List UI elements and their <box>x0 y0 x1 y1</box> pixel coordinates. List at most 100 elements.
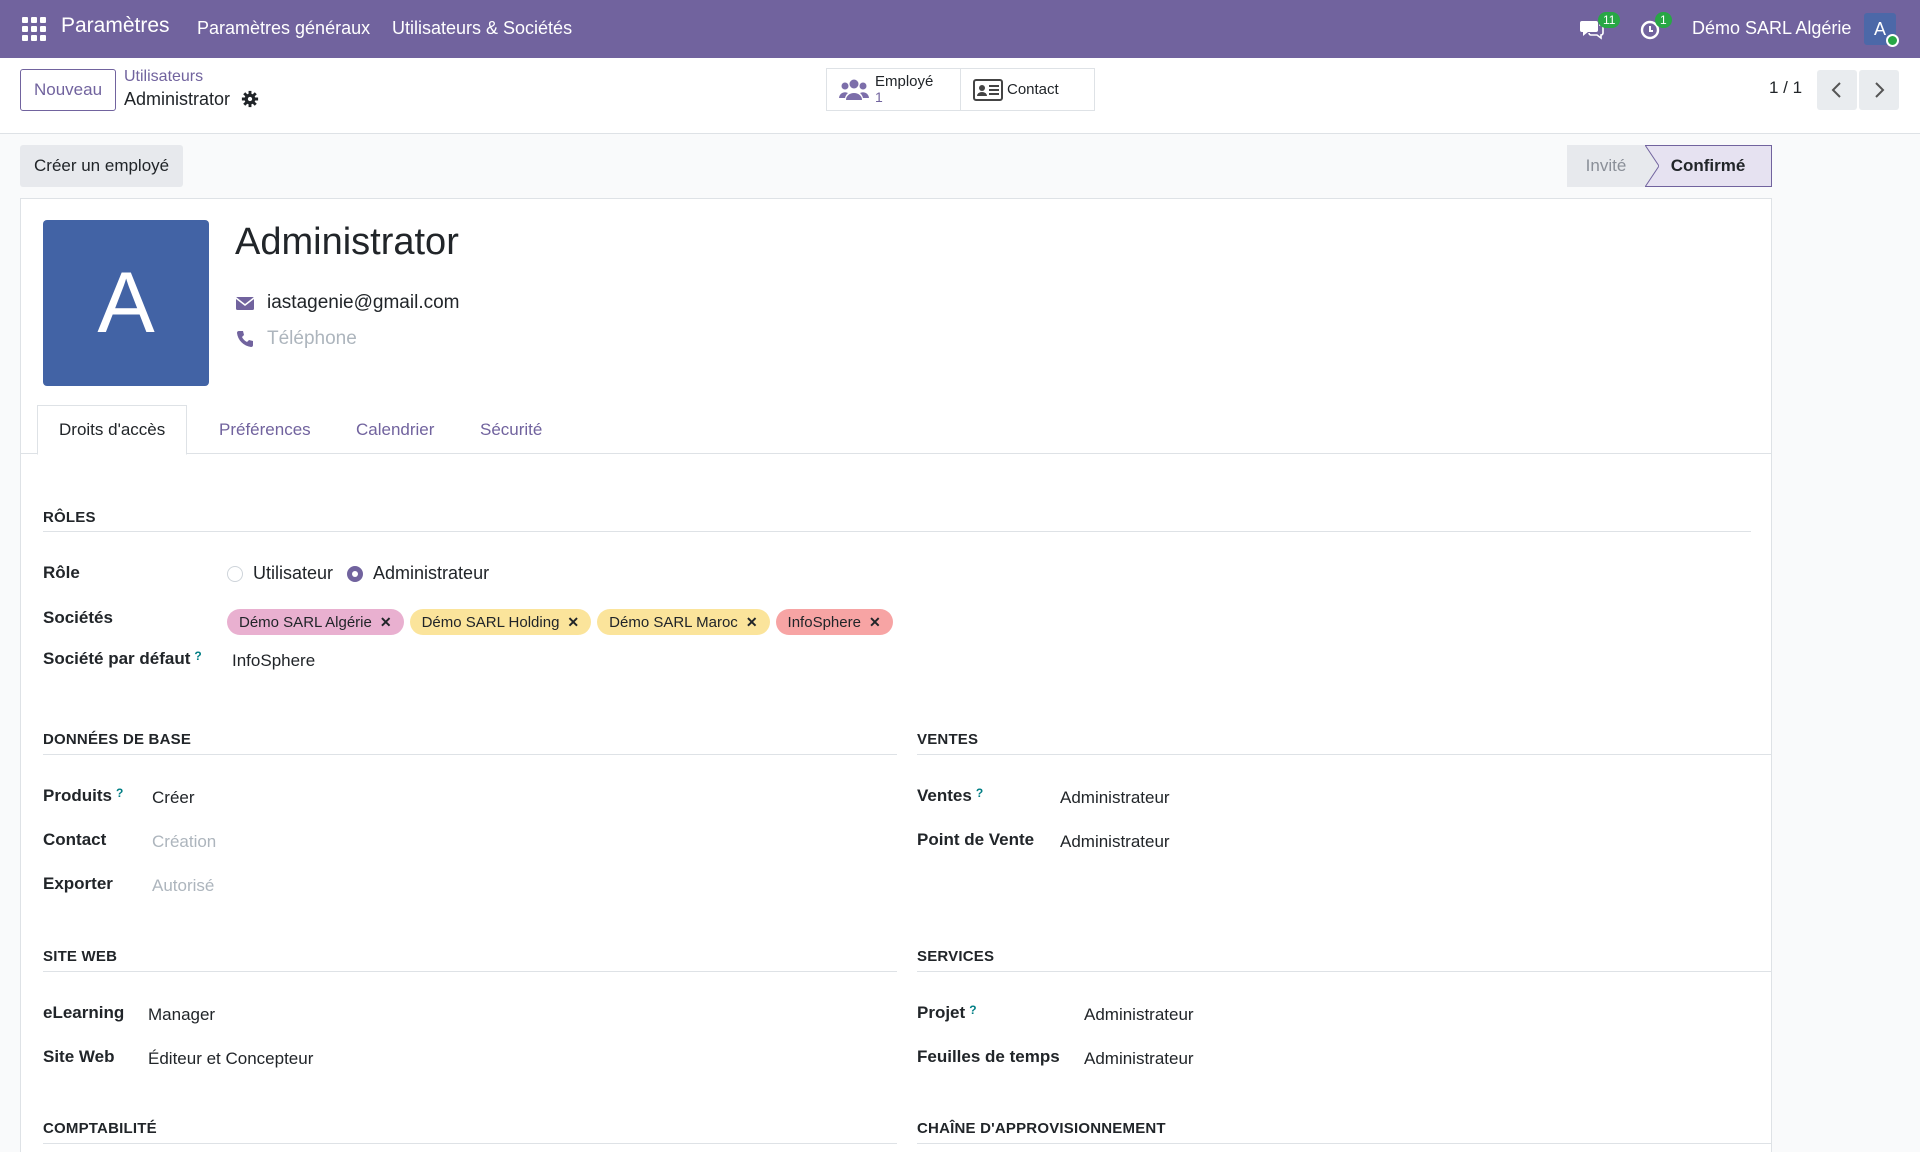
company-tag[interactable]: InfoSphere ✕ <box>775 609 893 635</box>
radio-administrator[interactable] <box>347 565 364 582</box>
smart-button-employee-count: 1 <box>875 89 883 105</box>
section-divider <box>917 754 1771 755</box>
stage-confirmed[interactable]: Confirmé <box>1645 145 1772 187</box>
radio-user-label[interactable]: Utilisateur <box>253 563 333 584</box>
smart-button-contact[interactable]: Contact <box>961 69 1094 110</box>
role-radio-group: Utilisateur Administrateur <box>227 563 503 584</box>
company-tag-label: Démo SARL Holding <box>421 613 560 631</box>
new-button[interactable]: Nouveau <box>20 69 117 111</box>
company-tag[interactable]: Démo SARL Maroc ✕ <box>597 609 770 635</box>
help-icon[interactable]: ? <box>976 786 983 800</box>
control-panel: Nouveau Utilisateurs Administrator Emplo… <box>0 58 1920 134</box>
phone-row: Téléphone <box>235 328 357 350</box>
pager-next-button[interactable] <box>1859 70 1899 110</box>
help-icon[interactable]: ? <box>969 1003 976 1017</box>
activities-badge: 1 <box>1655 12 1672 28</box>
timesheets-field[interactable]: Administrateur <box>1084 1049 1194 1069</box>
contact-label: Contact <box>43 830 107 849</box>
section-divider <box>43 971 897 972</box>
stage-arrow <box>1645 145 1659 187</box>
sales-field[interactable]: Administrateur <box>1060 788 1170 808</box>
section-title-website: SITE WEB <box>43 948 118 965</box>
pager-value[interactable]: 1 / 1 <box>1769 78 1802 98</box>
help-icon[interactable]: ? <box>194 649 201 663</box>
export-label: Exporter <box>43 874 113 893</box>
tab-calendar[interactable]: Calendrier <box>335 405 455 454</box>
user-photo[interactable]: A <box>43 220 209 386</box>
breadcrumb-users[interactable]: Utilisateurs <box>124 68 203 86</box>
create-employee-button[interactable]: Créer un employé <box>20 145 184 187</box>
section-divider <box>917 1143 1771 1144</box>
website-label: Site Web <box>43 1047 115 1066</box>
company-tag[interactable]: Démo SARL Algérie ✕ <box>227 609 404 635</box>
tab-access-rights[interactable]: Droits d'accès <box>37 405 188 455</box>
app-brand[interactable]: Paramètres <box>61 14 170 38</box>
phone-field[interactable]: Téléphone <box>267 328 357 350</box>
remove-tag-icon[interactable]: ✕ <box>567 614 579 631</box>
section-divider <box>917 971 1771 972</box>
top-navbar: Paramètres Paramètres généraux Utilisate… <box>0 0 1920 58</box>
chevron-left-icon <box>1831 82 1841 98</box>
company-switcher[interactable]: Démo SARL Algérie <box>1692 18 1851 39</box>
default-company-label: Société par défaut? <box>43 649 202 668</box>
apps-menu-icon[interactable] <box>22 17 46 41</box>
phone-icon <box>237 331 253 347</box>
company-tag-label: Démo SARL Maroc <box>609 613 738 631</box>
sales-label: Ventes? <box>917 786 984 805</box>
stage-invited[interactable]: Invité <box>1567 145 1645 187</box>
email-field[interactable]: iastagenie@gmail.com <box>267 292 460 314</box>
pos-label: Point de Vente <box>917 830 1035 849</box>
user-name-field[interactable]: Administrator <box>235 221 459 264</box>
smart-button-employee[interactable]: Employé 1 <box>827 69 961 110</box>
users-icon <box>839 79 869 100</box>
products-field[interactable]: Créer <box>152 788 195 808</box>
products-label: Produits? <box>43 786 124 805</box>
id-card-icon <box>973 78 1003 101</box>
chevron-right-icon <box>1875 82 1885 98</box>
elearning-label: eLearning <box>43 1003 125 1022</box>
tab-security[interactable]: Sécurité <box>459 405 563 454</box>
section-title-supply-chain: CHAÎNE D'APPROVISIONNEMENT <box>917 1120 1166 1137</box>
pos-field[interactable]: Administrateur <box>1060 832 1170 852</box>
envelope-icon <box>235 297 255 310</box>
section-title-services: SERVICES <box>917 948 995 965</box>
export-field[interactable]: Autorisé <box>152 876 214 896</box>
companies-label: Sociétés <box>43 608 113 627</box>
messages-badge: 11 <box>1598 12 1621 28</box>
remove-tag-icon[interactable]: ✕ <box>380 614 392 631</box>
website-field[interactable]: Éditeur et Concepteur <box>148 1049 313 1069</box>
menu-users-companies[interactable]: Utilisateurs & Sociétés <box>392 18 572 39</box>
company-tag-label: Démo SARL Algérie <box>239 613 372 631</box>
company-tag-label: InfoSphere <box>787 613 861 631</box>
smart-button-employee-label: Employé <box>875 73 934 90</box>
breadcrumb-current: Administrator <box>124 89 231 109</box>
help-icon[interactable]: ? <box>116 786 123 800</box>
role-label: Rôle <box>43 563 80 582</box>
project-label: Projet? <box>917 1003 977 1022</box>
remove-tag-icon[interactable]: ✕ <box>746 614 758 631</box>
timesheets-label: Feuilles de temps <box>917 1047 1060 1066</box>
remove-tag-icon[interactable]: ✕ <box>869 614 881 631</box>
company-tag[interactable]: Démo SARL Holding ✕ <box>409 609 592 635</box>
contact-field[interactable]: Création <box>152 832 216 852</box>
online-status-dot <box>1886 34 1899 47</box>
radio-user[interactable] <box>227 565 243 582</box>
companies-tags[interactable]: Démo SARL Algérie ✕ Démo SARL Holding ✕ Dé… <box>227 609 899 635</box>
project-field[interactable]: Administrateur <box>1084 1005 1194 1025</box>
smart-buttons: Employé 1 Contact <box>826 68 1095 111</box>
section-divider <box>43 1143 897 1144</box>
elearning-field[interactable]: Manager <box>148 1005 215 1025</box>
default-company-field[interactable]: InfoSphere <box>232 651 315 671</box>
email-row: iastagenie@gmail.com <box>235 292 460 314</box>
section-title-base-data: DONNÉES DE BASE <box>43 731 192 748</box>
section-title-accounting: COMPTABILITÉ <box>43 1120 157 1137</box>
section-divider <box>43 531 1751 532</box>
gear-icon[interactable] <box>241 90 259 108</box>
notebook-tabs: Droits d'accès Préférences Calendrier Sé… <box>21 405 1771 455</box>
pager-previous-button[interactable] <box>1817 70 1857 110</box>
menu-general-settings[interactable]: Paramètres généraux <box>197 18 370 39</box>
radio-administrator-label[interactable]: Administrateur <box>373 563 489 584</box>
smart-button-contact-label: Contact <box>1007 80 1059 98</box>
tab-preferences[interactable]: Préférences <box>198 405 332 454</box>
section-title-sales: VENTES <box>917 731 979 748</box>
